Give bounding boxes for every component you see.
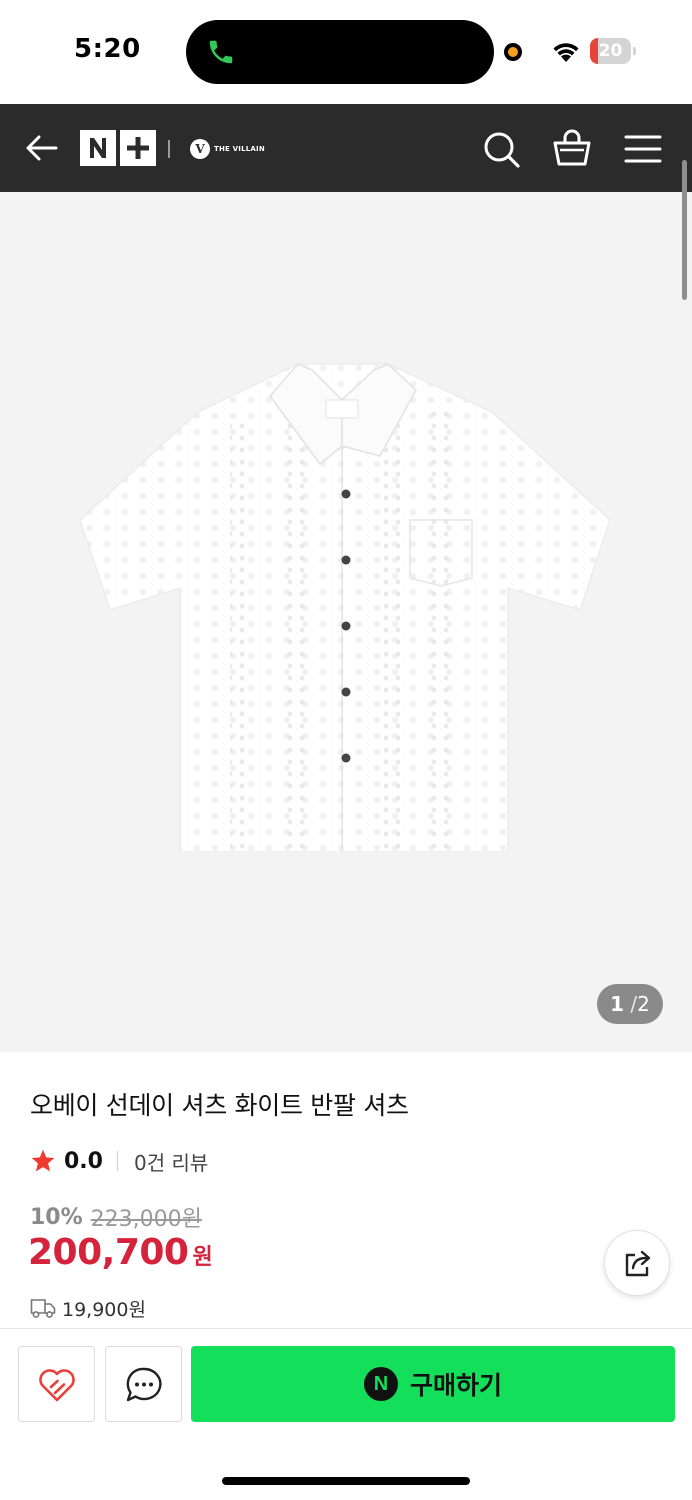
- total-image-count: 2: [637, 992, 650, 1016]
- chat-inquiry-button[interactable]: [105, 1346, 182, 1422]
- shipping-row: 19,900원: [30, 1294, 146, 1322]
- rating-row: 0.0 0건 리뷰: [30, 1146, 208, 1176]
- shopping-basket-icon[interactable]: [552, 128, 592, 168]
- sale-price: 200,700: [28, 1232, 189, 1273]
- villain-brand-name: THE VILLAIN: [214, 145, 265, 153]
- dynamic-island[interactable]: [186, 20, 494, 84]
- original-price: 223,000원: [90, 1207, 202, 1232]
- logo-divider: [168, 140, 170, 158]
- home-indicator[interactable]: [222, 1477, 470, 1485]
- wifi-icon: [553, 43, 579, 62]
- discount-rate: 10%: [30, 1204, 83, 1230]
- battery-indicator: 20: [590, 38, 636, 64]
- the-villain-logo[interactable]: V THE VILLAIN: [190, 136, 265, 162]
- review-count-link[interactable]: 0건 리뷰: [134, 1147, 208, 1176]
- status-bar: 5:20 20: [0, 0, 692, 104]
- rating-value: 0.0: [64, 1148, 103, 1174]
- share-button[interactable]: [604, 1230, 670, 1296]
- top-navigation-bar: V THE VILLAIN: [0, 104, 692, 192]
- heart-icon: [39, 1369, 75, 1402]
- villain-badge: V: [190, 139, 210, 159]
- rating-divider: [116, 1151, 118, 1171]
- shipping-fee: 19,900원: [62, 1298, 146, 1321]
- status-time: 5:20: [74, 34, 141, 64]
- buy-button-label: 구매하기: [409, 1371, 502, 1400]
- share-icon: [625, 1250, 651, 1277]
- naver-pay-icon: N: [363, 1367, 398, 1401]
- product-photo-white-shirt: [80, 363, 611, 852]
- price-unit: 원: [192, 1245, 213, 1270]
- bottom-action-bar: N 구매하기: [0, 1328, 692, 1500]
- arrow-left-icon[interactable]: [22, 128, 62, 168]
- phone-call-icon: [209, 40, 233, 64]
- buy-now-button[interactable]: N 구매하기: [191, 1346, 675, 1422]
- search-icon[interactable]: [482, 130, 522, 170]
- sale-price-row: 200,700 원: [28, 1232, 213, 1278]
- wishlist-button[interactable]: [18, 1346, 95, 1422]
- discount-row: 10% 223,000원: [30, 1202, 202, 1233]
- delivery-truck-icon: [30, 1299, 56, 1318]
- current-image-number: 1: [610, 992, 625, 1016]
- n-plus-logo[interactable]: [80, 130, 156, 166]
- battery-level: 20: [598, 41, 623, 61]
- product-title: 오베이 선데이 셔츠 화이트 반팔 셔츠: [30, 1091, 409, 1120]
- star-icon: [31, 1149, 55, 1172]
- chat-bubble-icon: [126, 1367, 162, 1402]
- page-separator: /: [630, 992, 638, 1016]
- image-page-indicator: 1 /2: [597, 984, 663, 1024]
- hamburger-menu-icon[interactable]: [624, 132, 662, 166]
- privacy-indicator: [504, 43, 522, 61]
- product-image-gallery[interactable]: 1 /2: [0, 192, 692, 1052]
- scrollbar[interactable]: [682, 160, 687, 300]
